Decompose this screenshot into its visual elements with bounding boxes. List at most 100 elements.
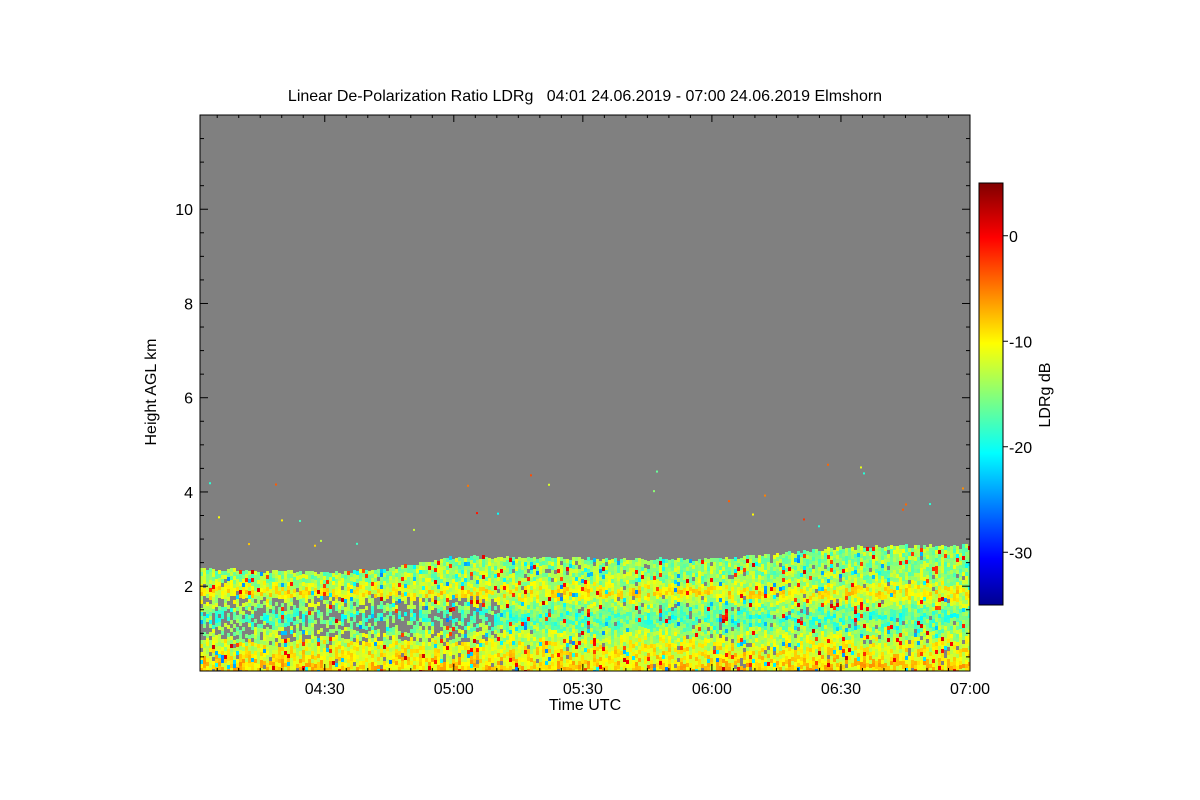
heat-cell (506, 568, 509, 572)
heat-cell (605, 606, 608, 610)
heat-cell (416, 665, 419, 669)
heat-cell (218, 654, 221, 658)
heat-cell (701, 632, 704, 636)
heat-cell (341, 602, 344, 606)
heat-cell (728, 611, 731, 615)
heat-cell (644, 664, 647, 668)
heat-cell (479, 579, 482, 583)
heat-cell (353, 650, 356, 654)
heat-cell (536, 643, 539, 647)
heat-cell (596, 583, 599, 587)
heat-cell (782, 618, 785, 622)
heat-cell (731, 611, 734, 615)
heat-cell (539, 662, 542, 666)
heat-cell (239, 662, 242, 666)
heat-cell (740, 654, 743, 658)
heat-cell (719, 638, 722, 642)
heat-cell (791, 553, 794, 557)
heat-cell (707, 639, 710, 643)
heat-cell (257, 596, 260, 600)
heat-cell (782, 606, 785, 610)
heat-cell (365, 574, 368, 578)
heat-cell (431, 566, 434, 570)
heat-cell (755, 626, 758, 630)
heat-cell (488, 634, 491, 638)
heat-cell (254, 667, 257, 671)
heat-cell (302, 626, 305, 630)
heat-cell (617, 625, 620, 629)
heat-cell (656, 587, 659, 591)
heat-cell (290, 626, 293, 630)
heat-cell (299, 655, 302, 659)
heat-cell (653, 612, 656, 616)
heat-cell (458, 561, 461, 565)
heat-cell (614, 582, 617, 586)
heat-cell (671, 583, 674, 587)
heat-cell (389, 576, 392, 580)
heat-cell (656, 567, 659, 571)
heat-cell (596, 579, 599, 583)
heat-cell (218, 646, 221, 650)
heat-cell (566, 563, 569, 567)
heat-cell (698, 659, 701, 663)
heat-cell (467, 646, 470, 650)
heat-cell (638, 586, 641, 590)
heat-cell (272, 606, 275, 610)
heat-cell (320, 620, 323, 624)
heat-cell (539, 634, 542, 638)
heat-cell (557, 577, 560, 581)
heat-cell (668, 608, 671, 612)
heat-cell (248, 615, 251, 619)
heat-cell (581, 615, 584, 619)
heat-cell (224, 595, 227, 599)
heat-cell (485, 557, 488, 561)
heat-cell (656, 583, 659, 587)
heat-cell (236, 607, 239, 611)
heat-cell (425, 630, 428, 634)
heat-cell (728, 651, 731, 655)
heat-cell (266, 631, 269, 635)
heat-cell (515, 659, 518, 663)
heat-cell (731, 571, 734, 575)
heat-cell (242, 651, 245, 655)
heat-cell (749, 647, 752, 651)
heat-cell (488, 606, 491, 610)
heat-cell (704, 602, 707, 606)
heat-cell (797, 563, 800, 567)
heat-cell (512, 593, 515, 597)
heat-cell (398, 595, 401, 599)
heat-cell (443, 626, 446, 630)
heat-cell (500, 637, 503, 641)
heat-cell (518, 621, 521, 625)
heat-cell (281, 631, 284, 635)
heat-cell (731, 567, 734, 571)
heat-cell (797, 551, 800, 555)
heat-cell (299, 663, 302, 667)
heat-cell (383, 593, 386, 597)
heat-cell (359, 609, 362, 613)
heat-cell (749, 639, 752, 643)
heat-cell (641, 639, 644, 643)
heat-cell (782, 626, 785, 630)
heat-cell (632, 648, 635, 652)
heat-cell (659, 577, 662, 581)
heat-cell (539, 606, 542, 610)
heat-cell (563, 595, 566, 599)
heat-cell (578, 665, 581, 669)
heat-cell (578, 573, 581, 577)
heat-cell (617, 621, 620, 625)
heat-cell (236, 603, 239, 607)
heat-cell (515, 571, 518, 575)
heat-cell (467, 570, 470, 574)
heat-cell (677, 558, 680, 562)
heat-cell (629, 584, 632, 588)
heat-cell (743, 600, 746, 604)
heat-cell (365, 654, 368, 658)
heat-cell (416, 565, 419, 569)
heat-cell (716, 614, 719, 618)
heat-cell (650, 572, 653, 576)
heat-cell (674, 616, 677, 620)
heat-cell (746, 603, 749, 607)
heat-cell (551, 566, 554, 570)
heat-cell (524, 606, 527, 610)
